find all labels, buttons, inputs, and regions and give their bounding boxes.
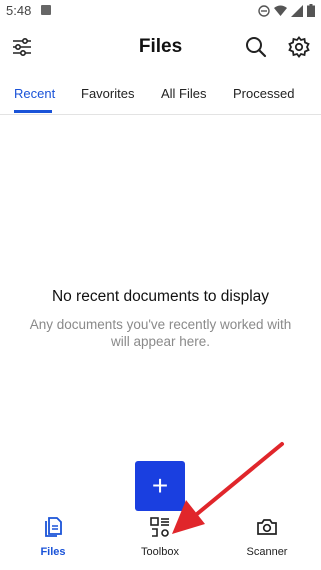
nav-toolbox-label: Toolbox xyxy=(141,546,179,558)
empty-state-description: Any documents you've recently worked wit… xyxy=(29,317,292,349)
empty-state-title: No recent documents to display xyxy=(51,288,270,305)
app-header: Files xyxy=(0,22,321,74)
dnd-icon xyxy=(258,4,270,17)
tab-recent[interactable]: Recent xyxy=(14,86,55,101)
battery-icon xyxy=(307,4,315,17)
nav-scanner-label: Scanner xyxy=(246,546,288,558)
nav-files-label: Files xyxy=(40,546,66,558)
wifi-icon xyxy=(274,5,287,16)
gear-icon xyxy=(288,36,310,58)
tab-all-files[interactable]: All Files xyxy=(161,86,207,101)
toolbox-icon xyxy=(150,517,169,537)
tab-favorites[interactable]: Favorites xyxy=(81,86,134,101)
camera-icon xyxy=(257,519,277,535)
nav-files[interactable]: Files xyxy=(13,516,93,558)
nav-toolbox[interactable]: Toolbox xyxy=(120,516,200,558)
status-time: 5:48 xyxy=(6,3,32,18)
bottom-nav: Files Toolbox Scanner xyxy=(0,516,321,570)
page-title: Files xyxy=(138,36,183,57)
notification-icon xyxy=(41,5,51,15)
plus-icon: + xyxy=(151,470,169,501)
status-icons xyxy=(258,4,315,17)
signal-icon xyxy=(291,4,303,17)
nav-scanner[interactable]: Scanner xyxy=(227,516,307,558)
active-tab-indicator xyxy=(14,110,52,113)
search-button[interactable] xyxy=(243,34,269,60)
search-icon xyxy=(246,37,267,58)
tab-processed[interactable]: Processed xyxy=(233,86,294,101)
add-button[interactable]: + xyxy=(135,461,185,511)
status-bar: 5:48 xyxy=(0,0,321,22)
settings-button[interactable] xyxy=(286,34,312,60)
files-icon xyxy=(45,517,62,537)
